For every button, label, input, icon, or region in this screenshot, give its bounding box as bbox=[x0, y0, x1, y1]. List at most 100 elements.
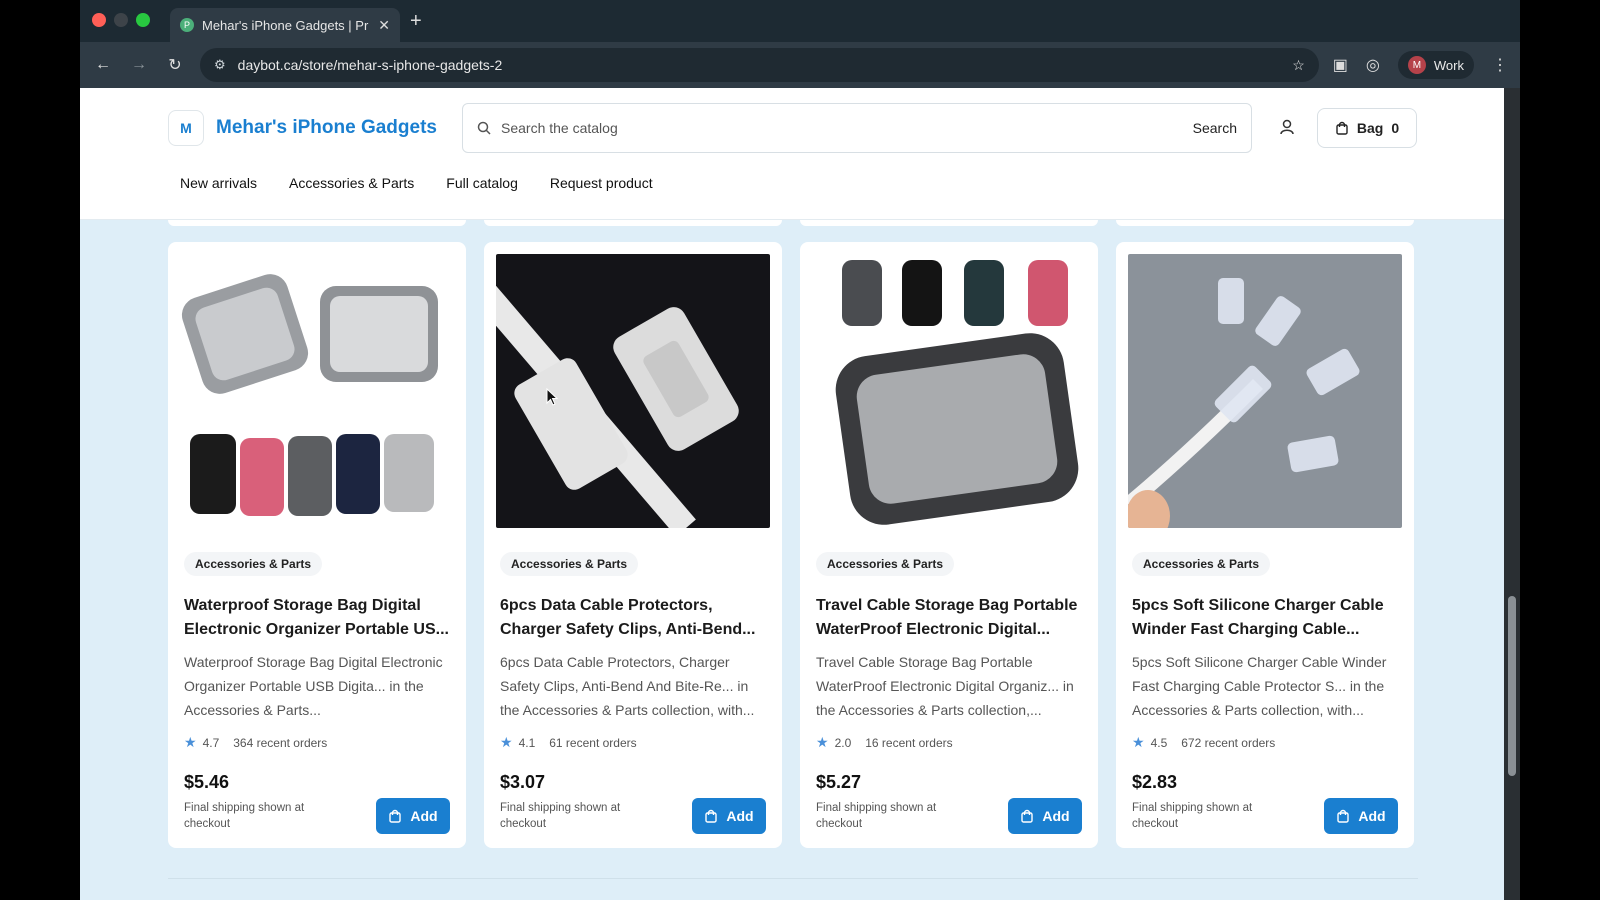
close-tab-icon[interactable]: ✕ bbox=[378, 17, 390, 34]
product-rating: ★ 4.7 364 recent orders bbox=[184, 734, 327, 751]
product-title[interactable]: 5pcs Soft Silicone Charger Cable Winder … bbox=[1132, 594, 1400, 642]
category-tag[interactable]: Accessories & Parts bbox=[500, 552, 639, 576]
main-navigation: New arrivals Accessories & Parts Full ca… bbox=[180, 175, 653, 191]
close-window-button[interactable] bbox=[92, 13, 106, 27]
bag-button[interactable]: Bag 0 bbox=[1317, 108, 1417, 148]
search-input[interactable] bbox=[501, 120, 1183, 136]
star-icon: ★ bbox=[500, 734, 513, 750]
product-title[interactable]: 6pcs Data Cable Protectors, Charger Safe… bbox=[500, 594, 768, 642]
product-image-cable-protectors[interactable] bbox=[496, 254, 770, 528]
maximize-window-button[interactable] bbox=[136, 13, 150, 27]
forward-icon[interactable]: → bbox=[128, 56, 150, 74]
store-page: M Mehar's iPhone Gadgets Search Bag 0 Ne… bbox=[80, 88, 1504, 900]
add-to-bag-button[interactable]: Add bbox=[1324, 798, 1398, 834]
page-scrollbar[interactable] bbox=[1504, 88, 1520, 900]
new-tab-icon[interactable]: + bbox=[410, 10, 422, 33]
bookmark-star-icon[interactable]: ☆ bbox=[1292, 57, 1305, 74]
tab-bar: P Mehar's iPhone Gadgets | Pr ✕ + bbox=[80, 0, 1520, 42]
profile-name: Work bbox=[1433, 57, 1464, 73]
catalog-search: Search bbox=[462, 103, 1252, 153]
bag-label: Bag bbox=[1356, 120, 1384, 136]
bag-icon bbox=[389, 809, 402, 823]
shipping-note: Final shipping shown at checkout bbox=[500, 802, 621, 830]
nav-accessories-parts[interactable]: Accessories & Parts bbox=[289, 175, 414, 191]
previous-row-card-edge bbox=[484, 220, 782, 226]
shipping-note: Final shipping shown at checkout bbox=[1132, 802, 1253, 830]
recent-orders: 61 recent orders bbox=[549, 735, 637, 750]
category-tag[interactable]: Accessories & Parts bbox=[816, 552, 955, 576]
store-logo[interactable]: M Mehar's iPhone Gadgets bbox=[168, 110, 437, 146]
recent-orders: 16 recent orders bbox=[865, 735, 953, 750]
product-price: $5.46 bbox=[184, 772, 230, 792]
url-text: daybot.ca/store/mehar-s-iphone-gadgets-2 bbox=[237, 57, 503, 73]
product-description: 6pcs Data Cable Protectors, Charger Safe… bbox=[500, 654, 755, 718]
product-description: Waterproof Storage Bag Digital Electroni… bbox=[184, 654, 443, 718]
product-card[interactable]: Accessories & Parts Waterproof Storage B… bbox=[168, 242, 466, 848]
shipping-note: Final shipping shown at checkout bbox=[184, 802, 305, 830]
tab-title: Mehar's iPhone Gadgets | Pr bbox=[202, 17, 369, 33]
recent-orders: 364 recent orders bbox=[233, 735, 328, 750]
cable-protector-illustration bbox=[496, 285, 739, 528]
cable-winder-illustration bbox=[1128, 278, 1360, 528]
add-label: Add bbox=[1358, 808, 1386, 824]
product-rating: ★ 2.0 16 recent orders bbox=[816, 734, 953, 751]
previous-row-card-edge bbox=[168, 220, 466, 226]
nav-request-product[interactable]: Request product bbox=[550, 175, 653, 191]
minimize-window-button[interactable] bbox=[114, 13, 128, 27]
star-icon: ★ bbox=[816, 734, 829, 750]
add-label: Add bbox=[726, 808, 754, 824]
browser-window: P Mehar's iPhone Gadgets | Pr ✕ + ← → ↻ … bbox=[80, 0, 1520, 900]
add-to-bag-button[interactable]: Add bbox=[1008, 798, 1082, 834]
rating-value: 4.7 bbox=[202, 735, 220, 750]
next-row-edge bbox=[168, 878, 1418, 900]
star-icon: ★ bbox=[184, 734, 197, 750]
recent-orders: 672 recent orders bbox=[1181, 735, 1276, 750]
store-header: M Mehar's iPhone Gadgets Search Bag 0 Ne… bbox=[80, 88, 1504, 220]
product-image-storage-bag[interactable] bbox=[180, 254, 454, 528]
product-image-travel-bag[interactable] bbox=[812, 254, 1086, 528]
store-name: Mehar's iPhone Gadgets bbox=[216, 117, 437, 138]
nav-full-catalog[interactable]: Full catalog bbox=[446, 175, 518, 191]
category-tag[interactable]: Accessories & Parts bbox=[184, 552, 323, 576]
add-label: Add bbox=[410, 808, 438, 824]
add-to-bag-button[interactable]: Add bbox=[692, 798, 766, 834]
browser-menu-icon[interactable]: ⋮ bbox=[1492, 55, 1508, 75]
extensions-icon[interactable]: ◎ bbox=[1366, 55, 1380, 75]
bag-icon bbox=[705, 809, 718, 823]
add-to-bag-button[interactable]: Add bbox=[376, 798, 450, 834]
storage-bag-illustration bbox=[181, 274, 438, 516]
previous-row-card-edge bbox=[1116, 220, 1414, 226]
product-description: Travel Cable Storage Bag Portable WaterP… bbox=[816, 654, 1074, 718]
mouse-cursor-icon bbox=[546, 388, 558, 406]
profile-button[interactable]: M Work bbox=[1397, 51, 1474, 79]
product-price: $3.07 bbox=[500, 772, 546, 792]
bag-count: 0 bbox=[1391, 120, 1400, 136]
product-card[interactable]: Accessories & Parts 6pcs Data Cable Prot… bbox=[484, 242, 782, 848]
search-button[interactable]: Search bbox=[1193, 120, 1237, 136]
search-icon bbox=[477, 121, 491, 135]
add-label: Add bbox=[1042, 808, 1070, 824]
back-icon[interactable]: ← bbox=[92, 56, 114, 74]
account-icon[interactable] bbox=[1278, 118, 1296, 136]
bag-icon bbox=[1021, 809, 1034, 823]
product-description: 5pcs Soft Silicone Charger Cable Winder … bbox=[1132, 654, 1387, 718]
product-grid: Accessories & Parts Waterproof Storage B… bbox=[168, 242, 1414, 848]
product-title[interactable]: Waterproof Storage Bag Digital Electroni… bbox=[184, 594, 452, 642]
scrollbar-thumb[interactable] bbox=[1508, 596, 1516, 776]
address-bar[interactable]: ⚙ daybot.ca/store/mehar-s-iphone-gadgets… bbox=[200, 48, 1319, 82]
product-rating: ★ 4.1 61 recent orders bbox=[500, 734, 637, 751]
nav-new-arrivals[interactable]: New arrivals bbox=[180, 175, 257, 191]
travel-bag-illustration bbox=[835, 260, 1079, 525]
product-card[interactable]: Accessories & Parts 5pcs Soft Silicone C… bbox=[1116, 242, 1414, 848]
product-title[interactable]: Travel Cable Storage Bag Portable WaterP… bbox=[816, 594, 1084, 642]
reload-icon[interactable]: ↻ bbox=[164, 55, 186, 75]
product-price: $2.83 bbox=[1132, 772, 1178, 792]
cast-icon[interactable]: ▣ bbox=[1333, 55, 1348, 75]
shipping-note: Final shipping shown at checkout bbox=[816, 802, 937, 830]
browser-toolbar: ← → ↻ ⚙ daybot.ca/store/mehar-s-iphone-g… bbox=[80, 42, 1520, 88]
product-image-cable-winder[interactable] bbox=[1128, 254, 1402, 528]
product-card[interactable]: Accessories & Parts Travel Cable Storage… bbox=[800, 242, 1098, 848]
category-tag[interactable]: Accessories & Parts bbox=[1132, 552, 1271, 576]
site-info-icon[interactable]: ⚙ bbox=[214, 57, 226, 73]
browser-tab[interactable]: P Mehar's iPhone Gadgets | Pr ✕ bbox=[170, 8, 400, 42]
